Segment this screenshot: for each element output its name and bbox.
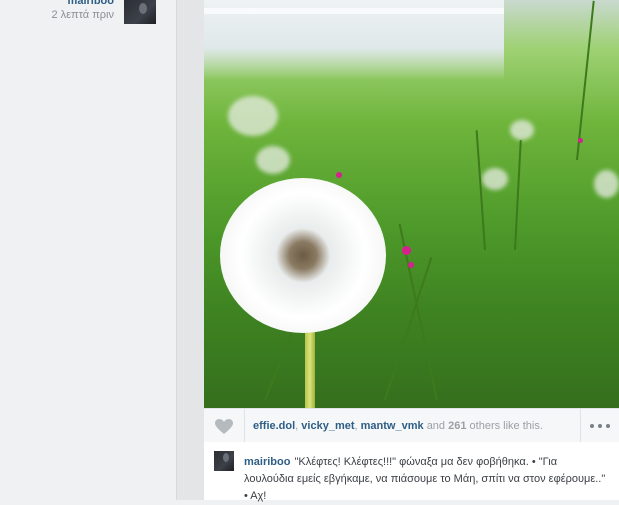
likes-and-text: and [426, 420, 446, 432]
photo-blur-dandelion [510, 120, 534, 140]
likes-bar: effie.dol, vicky_met, mantw_vmk and 261 … [204, 408, 619, 443]
more-dots-icon [598, 424, 602, 428]
photo-grass-stem [576, 0, 595, 161]
photo-pink-flower [578, 138, 583, 143]
post-author: mairiboo 2 λεπτά πριν [0, 0, 176, 26]
author-username[interactable]: mairiboo [68, 0, 114, 7]
photo-grass-stem [514, 140, 522, 251]
caption-text: "Κλέφτες! Κλέφτες!!!" φώναξα μα δεν φοβή… [244, 456, 606, 502]
likes-summary: effie.dol, vicky_met, mantw_vmk and 261 … [253, 420, 543, 432]
liker-username[interactable]: effie.dol [253, 420, 295, 432]
column-divider [176, 0, 205, 500]
like-button[interactable] [204, 409, 245, 442]
photo-blur-dandelion [256, 146, 290, 174]
photo-background-fence [204, 0, 504, 80]
post-timestamp: 2 λεπτά πριν [51, 9, 114, 21]
liker-username[interactable]: mantw_vmk [361, 420, 424, 432]
photo-grass-stem [384, 257, 433, 401]
photo-pink-flower [408, 262, 414, 268]
caption-avatar[interactable] [214, 451, 234, 471]
photo-blur-dandelion [228, 96, 278, 136]
author-avatar[interactable] [124, 0, 156, 24]
photo-dandelion [220, 178, 386, 333]
caption-body: mairiboo "Κλέφτες! Κλέφτες!!!" φώναξα μα … [244, 454, 609, 505]
photo-blur-dandelion [594, 170, 619, 198]
caption-username[interactable]: mairiboo [244, 456, 290, 468]
more-options-button[interactable] [580, 409, 619, 442]
likes-others-count[interactable]: 261 [448, 420, 466, 432]
photo-dandelion-stem [305, 325, 315, 408]
liker-username[interactable]: vicky_met [301, 420, 354, 432]
post-photo[interactable] [204, 0, 619, 408]
left-column: mairiboo 2 λεπτά πριν [0, 0, 176, 500]
photo-blur-dandelion [482, 168, 508, 190]
post-caption: mairiboo "Κλέφτες! Κλέφτες!!!" φώναξα μα … [204, 442, 619, 502]
likes-others-text: others like this. [469, 420, 543, 432]
photo-grass-stem [475, 130, 486, 251]
heart-icon [215, 419, 233, 434]
more-dots-icon [590, 424, 594, 428]
more-dots-icon [606, 424, 610, 428]
photo-pink-flower [402, 246, 411, 255]
photo-pink-flower [336, 172, 342, 178]
